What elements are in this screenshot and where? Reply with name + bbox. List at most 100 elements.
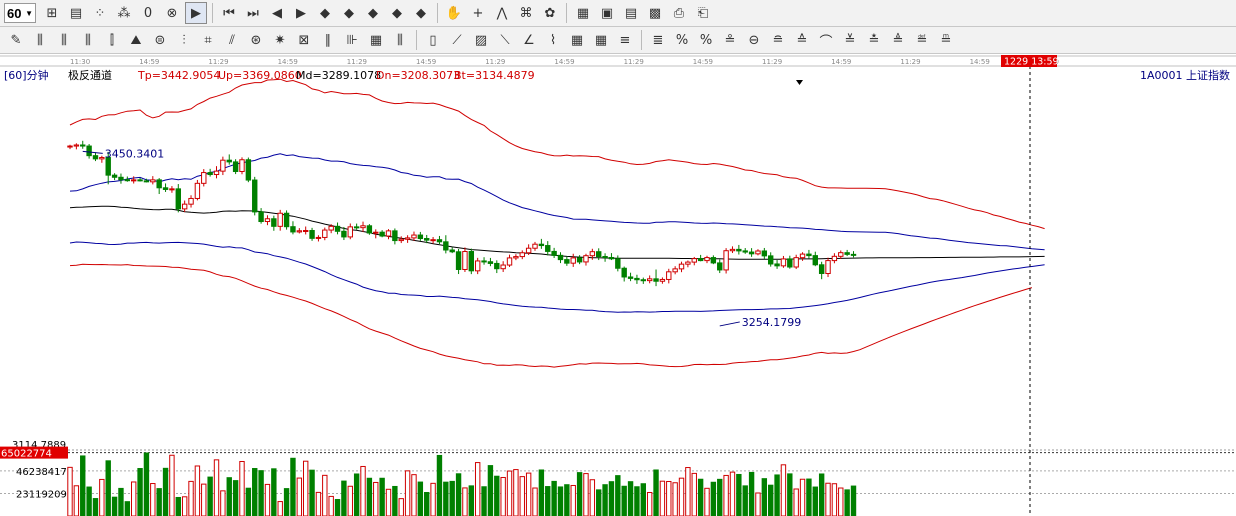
time-axis-labels: 11:30 14:59 11:29 14:59 11:29 14:59 11:29 14:59… [70, 58, 1059, 66]
volume-bar [194, 465, 201, 516]
period-icon[interactable]: 0 [137, 2, 159, 24]
fan-icon[interactable]: ⫽ [221, 29, 243, 51]
candle-body [850, 253, 857, 256]
volume-bar [347, 485, 353, 516]
gann-icon[interactable]: ⫼ [389, 29, 411, 51]
bar-icon[interactable]: ⫼ [77, 29, 99, 51]
columns-icon[interactable]: ⫶ [173, 29, 195, 51]
level-icon[interactable]: ≘ [767, 29, 789, 51]
pen-icon[interactable]: ✎ [5, 29, 27, 51]
box-line-icon[interactable]: ▯ [422, 29, 444, 51]
angle-icon[interactable]: ∠ [518, 29, 540, 51]
crosshair-icon[interactable]: ⊞ [41, 2, 63, 24]
matrix-icon[interactable]: ⊠ [293, 29, 315, 51]
candle [245, 157, 252, 183]
mountain-icon[interactable]: ⛰ [125, 29, 147, 51]
volume-axis-label: 23119209 [16, 489, 67, 500]
candle-body [181, 203, 188, 210]
percent-bar-icon[interactable]: % [671, 29, 693, 51]
fan6-icon[interactable]: ≞ [935, 29, 957, 51]
hand-icon[interactable]: ✋ [443, 2, 465, 24]
window-icon[interactable]: ▣ [596, 2, 618, 24]
star-icon[interactable]: ✷ [269, 29, 291, 51]
parallel-icon[interactable]: ∥ [317, 29, 339, 51]
fan3-icon[interactable]: ≛ [863, 29, 885, 51]
fan5-icon[interactable]: ≝ [911, 29, 933, 51]
candle-body [755, 250, 761, 255]
grid-fill-icon[interactable]: ▨ [470, 29, 492, 51]
hash-icon[interactable]: ⌗ [197, 29, 219, 51]
candle-body [220, 159, 226, 172]
document-icon[interactable]: ▤ [620, 2, 642, 24]
volume-bar [551, 480, 557, 516]
period-select[interactable]: 60 ▼ [4, 3, 36, 23]
volume-bar [315, 491, 322, 516]
cells-icon[interactable]: ▦ [566, 29, 588, 51]
candle-body [334, 225, 341, 232]
export-icon[interactable]: ⎗ [692, 2, 714, 24]
volume-bar [207, 476, 213, 516]
percent-icon[interactable]: % [695, 29, 717, 51]
candle-icon[interactable]: ⫼ [53, 29, 75, 51]
mark-icon[interactable]: ⊗ [161, 2, 183, 24]
diag-icon[interactable]: ⟍ [494, 29, 516, 51]
print-icon[interactable]: ⎙ [668, 2, 690, 24]
chevron-down-icon: ▼ [25, 8, 33, 18]
x-tick-label: 14:59 [416, 58, 436, 66]
candle-body [417, 234, 424, 240]
symbol-name: 上证指数 [1186, 68, 1230, 82]
save-icon[interactable]: ▩ [644, 2, 666, 24]
candle-body [494, 262, 500, 270]
candle-body [315, 236, 322, 239]
calendar-icon[interactable]: ▦ [572, 2, 594, 24]
fib-icon[interactable]: ≗ [719, 29, 741, 51]
table-icon[interactable]: ▦ [365, 29, 387, 51]
last-page-icon[interactable]: ⏭ [242, 2, 264, 24]
flag-icon[interactable]: ▶ [185, 2, 207, 24]
volume-bar [73, 485, 80, 516]
stripes-icon[interactable]: ≡ [614, 29, 636, 51]
coin-icon[interactable]: ⊖ [743, 29, 765, 51]
indicator-value: Md=3289.1078 [296, 69, 381, 82]
circle-icon[interactable]: ⊜ [149, 29, 171, 51]
ruler-icon[interactable]: ≣ [647, 29, 669, 51]
move-right-icon[interactable]: ◆ [386, 2, 408, 24]
restore-icon[interactable]: ◆ [410, 2, 432, 24]
cycle-icon[interactable]: ✿ [539, 2, 561, 24]
target-icon[interactable]: ⊛ [245, 29, 267, 51]
first-page-icon[interactable]: ⏮ [218, 2, 240, 24]
candle-body [99, 157, 105, 160]
ray-icon[interactable]: ⟋ [446, 29, 468, 51]
volume-bar [608, 481, 615, 516]
wave-icon[interactable]: ⌇ [542, 29, 564, 51]
fan2-icon[interactable]: ≚ [839, 29, 861, 51]
arc-icon[interactable]: ⌒ [815, 29, 837, 51]
cells2-icon[interactable]: ▦ [590, 29, 612, 51]
volume-bar [653, 469, 659, 516]
candle-body [831, 255, 838, 262]
volume-bar [118, 487, 124, 516]
volume-bar [271, 468, 277, 516]
volume-bar [755, 492, 761, 516]
box-icon[interactable]: ⁂ [113, 2, 135, 24]
x-tick-label: 11:29 [762, 58, 782, 66]
next-icon[interactable]: ▶ [290, 2, 312, 24]
line-draw-icon[interactable]: ⋀ [491, 2, 513, 24]
ohlc-icon[interactable]: ⫼ [29, 29, 51, 51]
tower-icon[interactable]: ⫿ [101, 29, 123, 51]
prev-icon[interactable]: ◀ [266, 2, 288, 24]
grid-icon[interactable]: ⁘ [89, 2, 111, 24]
copy-icon[interactable]: ▤ [65, 2, 87, 24]
zoom-in-icon[interactable]: ◆ [314, 2, 336, 24]
volume-bar [424, 492, 430, 516]
move-left-icon[interactable]: ◆ [362, 2, 384, 24]
zoom-out-icon[interactable]: ◆ [338, 2, 360, 24]
volume-bar [143, 452, 150, 516]
speed-icon[interactable]: ≙ [791, 29, 813, 51]
fan4-icon[interactable]: ≜ [887, 29, 909, 51]
volume-bar [455, 473, 462, 516]
pattern-icon[interactable]: ⌘ [515, 2, 537, 24]
cross-icon[interactable]: + [467, 2, 489, 24]
channel-icon[interactable]: ⊪ [341, 29, 363, 51]
candle-body [290, 226, 296, 233]
